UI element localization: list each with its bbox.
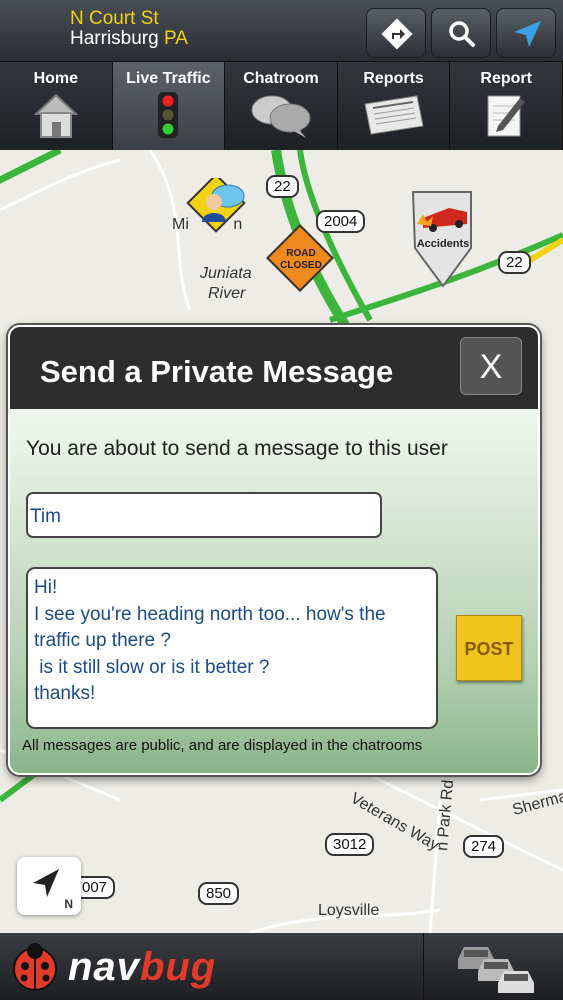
route-shield: 22: [498, 251, 531, 274]
tab-label: Live Traffic: [126, 70, 211, 87]
tab-home[interactable]: Home: [0, 62, 113, 150]
directions-icon: [381, 18, 413, 50]
compass-button[interactable]: N: [17, 857, 81, 915]
dialog-header: Send a Private Message X: [10, 327, 538, 409]
my-location-button[interactable]: [496, 8, 556, 58]
accidents-label: Accidents: [416, 238, 470, 250]
traffic-cars-icon[interactable]: [452, 939, 542, 997]
navigation-arrow-icon: [33, 869, 59, 897]
state-name: PA: [163, 28, 188, 49]
map-label-river: Juniata: [200, 265, 252, 282]
route-shield: 850: [198, 882, 240, 905]
newspaper-icon: [363, 95, 424, 135]
road-closed-marker[interactable]: ROAD CLOSED: [266, 224, 336, 294]
compass-north-label: N: [64, 897, 73, 911]
chat-user-marker-icon[interactable]: [186, 178, 256, 238]
map-label-town: Loysville: [318, 902, 380, 919]
tab-label: Report: [480, 70, 532, 87]
dialog-title: Send a Private Message: [40, 354, 394, 389]
directions-button[interactable]: [366, 8, 426, 58]
recipient-field[interactable]: Tim: [26, 492, 382, 538]
notepad-pencil-icon: [487, 95, 526, 137]
main-tab-bar: Home Live Traffic Chatroom Reports Repor…: [0, 62, 563, 154]
tab-live-traffic[interactable]: Live Traffic: [112, 62, 226, 154]
chat-bubbles-icon: [251, 95, 311, 138]
brand-logo: navbug: [68, 945, 217, 989]
top-bar: N Court St Harrisburg PA: [0, 0, 563, 62]
bottom-bar: navbug: [0, 933, 563, 1000]
route-shield: 3012: [325, 833, 375, 856]
private-message-dialog: Send a Private Message X You are about t…: [8, 325, 540, 775]
route-shield: 22: [266, 175, 299, 198]
message-textarea[interactable]: Hi! I see you're heading north too... ho…: [26, 567, 438, 729]
dialog-intro-text: You are about to send a message to this …: [26, 437, 448, 460]
close-button[interactable]: X: [460, 337, 522, 395]
post-button[interactable]: POST: [456, 615, 522, 681]
city-name: Harrisburg: [70, 28, 159, 49]
tab-report[interactable]: Report: [450, 62, 563, 150]
location-arrow-icon: [514, 21, 541, 47]
search-icon: [449, 21, 475, 47]
public-notice: All messages are public, and are display…: [22, 737, 423, 754]
tab-label: Reports: [363, 70, 424, 87]
route-shield: 274: [463, 835, 505, 858]
tab-label: Chatroom: [243, 70, 319, 87]
ladybug-logo-icon: [13, 943, 57, 991]
bottom-divider: [423, 933, 424, 1000]
current-location: N Court St Harrisburg PA: [70, 9, 188, 49]
tab-reports[interactable]: Reports: [338, 62, 451, 150]
tab-chatroom[interactable]: Chatroom: [225, 62, 338, 150]
search-button[interactable]: [431, 8, 491, 58]
accidents-marker[interactable]: Accidents: [409, 188, 479, 288]
house-icon: [33, 93, 79, 138]
traffic-light-icon: [158, 92, 179, 138]
tab-label: Home: [33, 70, 79, 87]
street-name: N Court St: [70, 8, 159, 29]
map-label-river: River: [208, 285, 246, 302]
